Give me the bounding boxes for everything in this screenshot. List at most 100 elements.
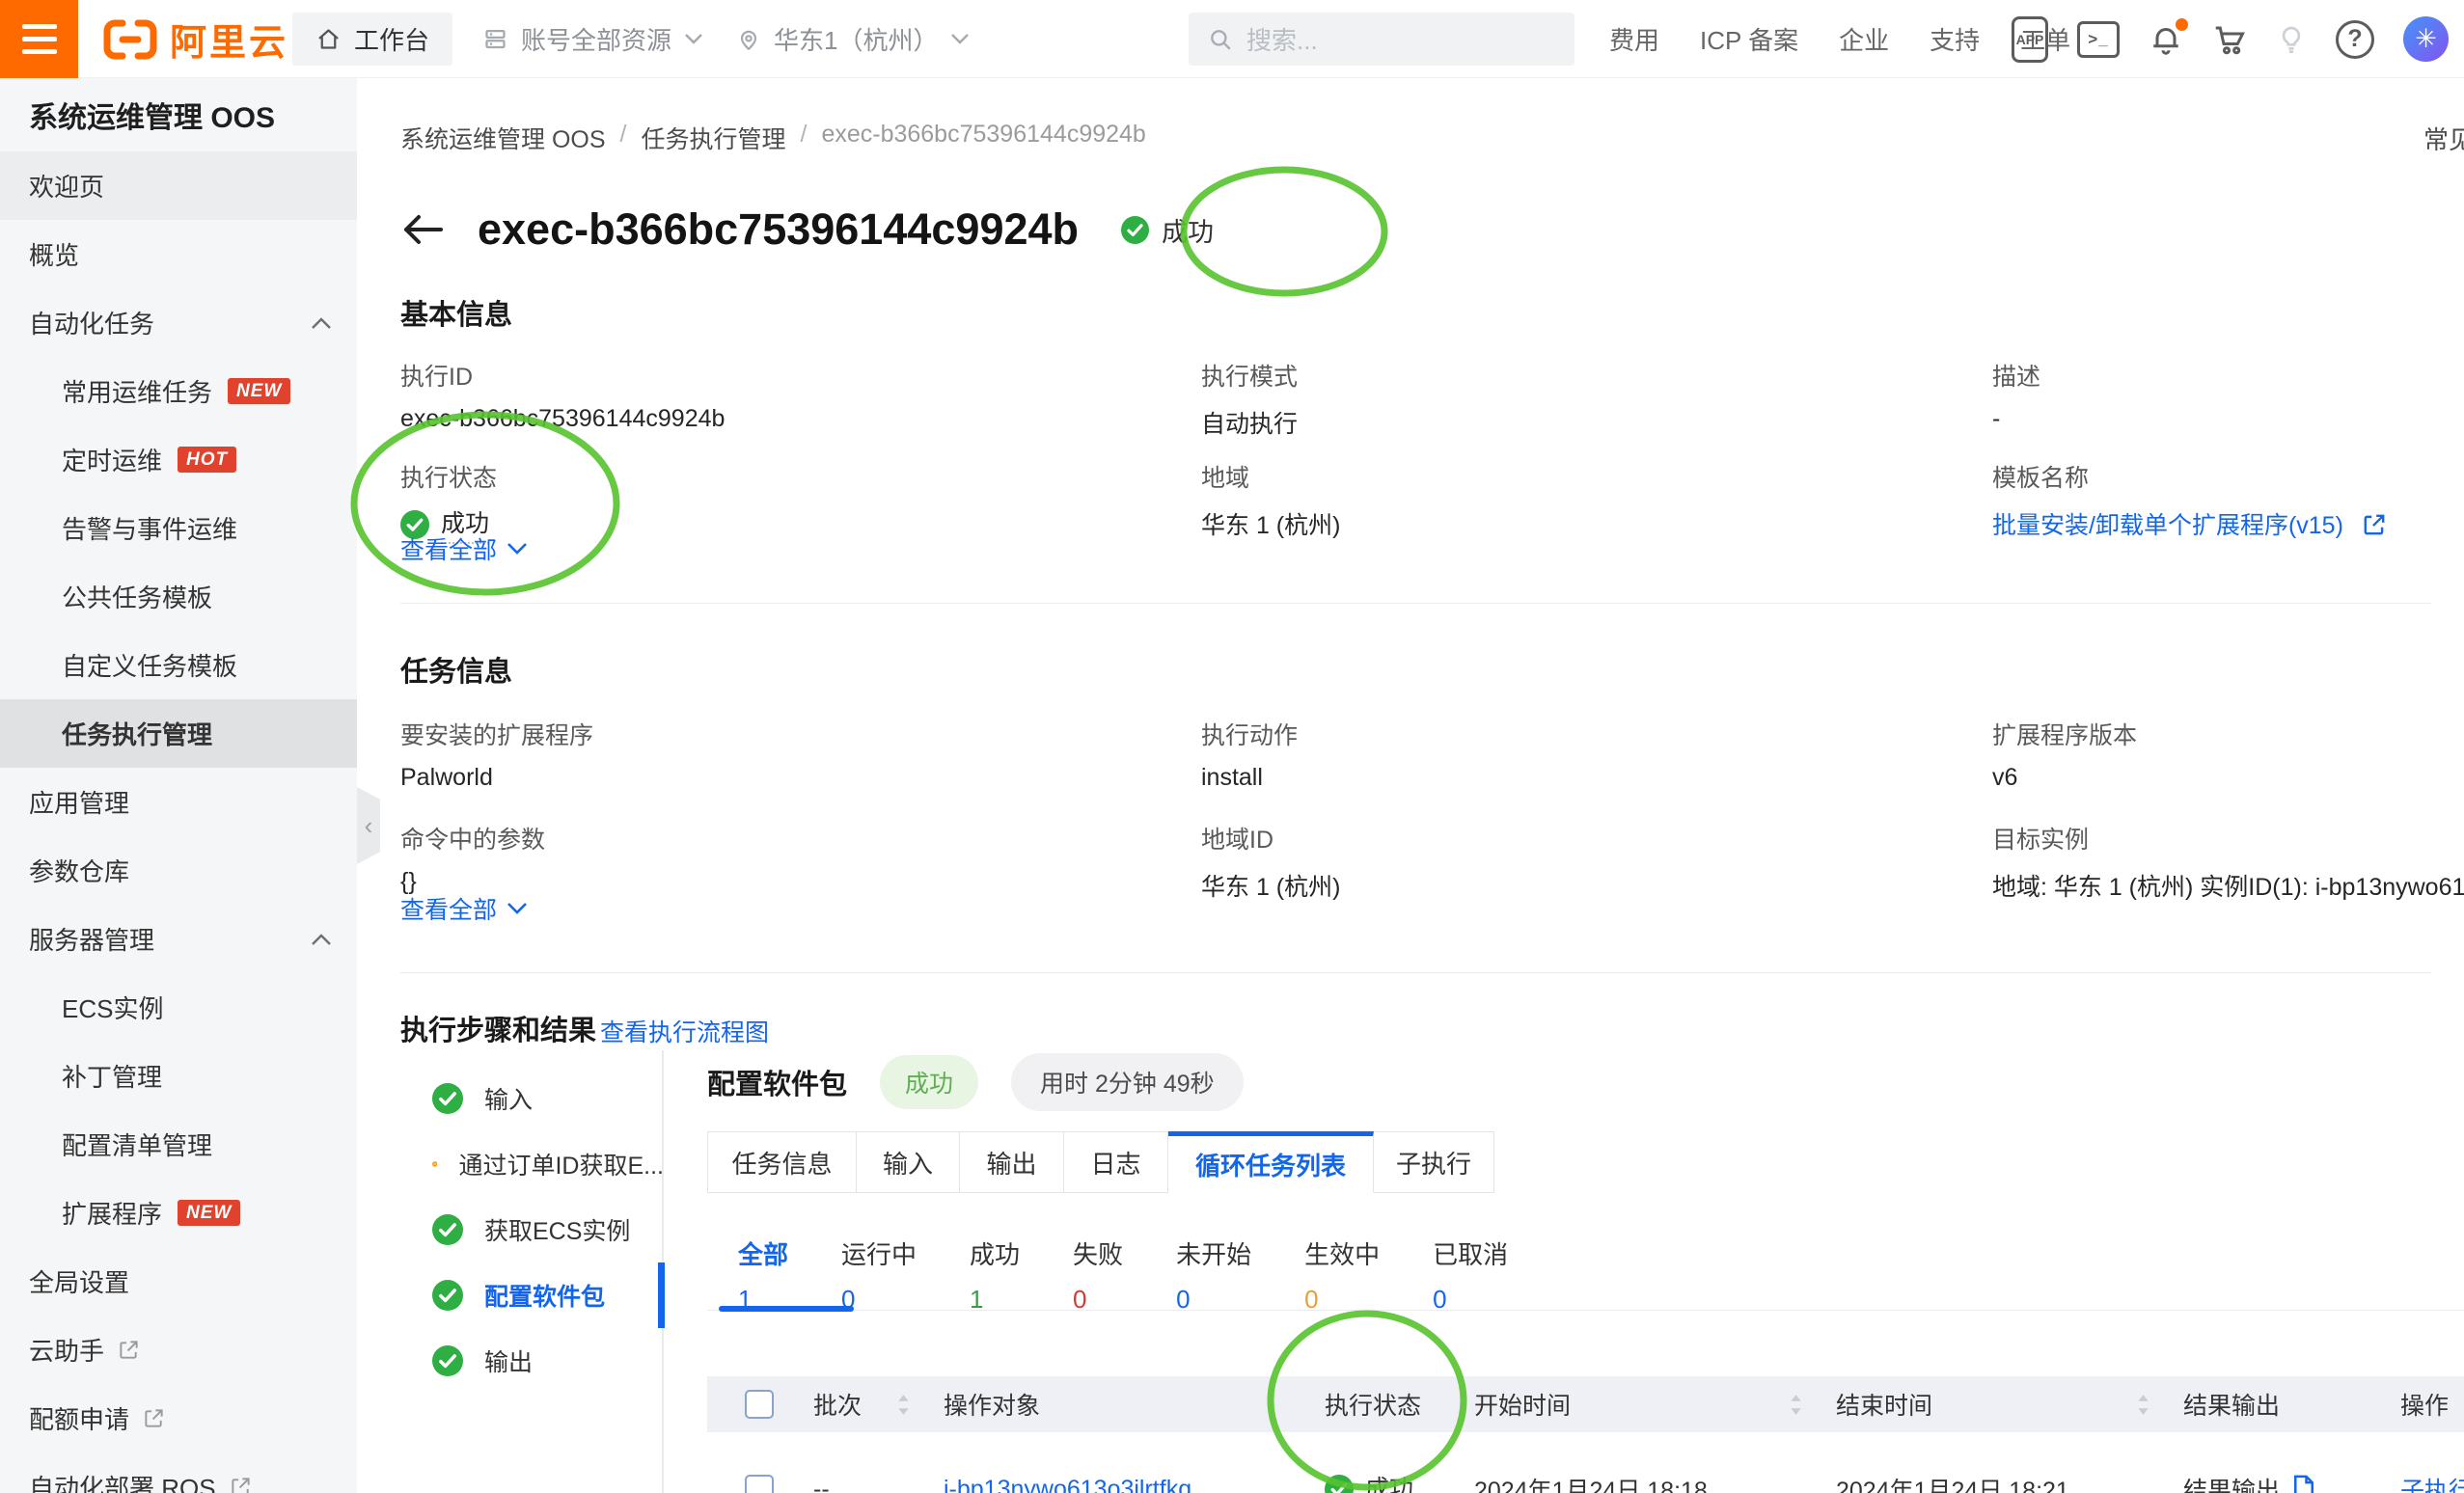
- tab-output[interactable]: 输出: [960, 1131, 1064, 1193]
- workbench-button[interactable]: 工作台: [292, 13, 453, 66]
- global-search-input[interactable]: 搜索...: [1189, 13, 1574, 66]
- basic-view-all-link[interactable]: 查看全部: [400, 531, 528, 566]
- title-status: 成功: [1121, 211, 1214, 249]
- field-extension-to-install: 要安装的扩展程序 Palworld: [400, 722, 594, 791]
- page-title-row: exec-b366bc75396144c9924b 成功: [400, 196, 1214, 263]
- view-flow-diagram-link[interactable]: 查看执行流程图: [600, 1014, 769, 1048]
- output-document-icon[interactable]: [2291, 1475, 2316, 1493]
- success-check-icon: [432, 1280, 463, 1311]
- help-icon[interactable]: ?: [2336, 19, 2374, 59]
- sidebar-item-ecs-instances[interactable]: ECS实例: [0, 973, 357, 1042]
- external-link-icon: [231, 1478, 250, 1493]
- workbench-label: 工作台: [354, 26, 430, 55]
- faq-link[interactable]: 常见: [2423, 121, 2464, 156]
- sidebar-item-public-templates[interactable]: 公共任务模板: [0, 562, 357, 631]
- row-status-text[interactable]: 成功: [1365, 1470, 1413, 1493]
- nav-link-enterprise[interactable]: 企业: [1839, 21, 1889, 57]
- col-output: 结果输出: [2183, 1393, 2281, 1420]
- sidebar-item-ros-deployment[interactable]: 自动化部署 ROS: [0, 1452, 357, 1493]
- step-input[interactable]: 输入: [432, 1066, 664, 1131]
- sidebar-item-cloud-assistant[interactable]: 云助手: [0, 1316, 357, 1384]
- sidebar-item-global-settings[interactable]: 全局设置: [0, 1247, 357, 1316]
- template-name-link[interactable]: 批量安装/卸载单个扩展程序(v15): [1992, 512, 2343, 539]
- active-step-indicator: [658, 1262, 665, 1328]
- basic-info-heading: 基本信息: [400, 300, 513, 331]
- hot-badge: HOT: [178, 447, 237, 473]
- sidebar-item-welcome[interactable]: 欢迎页: [0, 151, 357, 220]
- tab-loop-task-list[interactable]: 循环任务列表: [1168, 1131, 1374, 1193]
- feedback-bulb-icon[interactable]: [2276, 23, 2307, 56]
- row-instance-link[interactable]: i-bp13nywo613o3jlrtfkq: [944, 1476, 1191, 1493]
- filter-all[interactable]: 全部 1: [738, 1235, 788, 1315]
- cloudshell-icon[interactable]: >_: [2077, 20, 2120, 58]
- step-configure-package[interactable]: 配置软件包: [432, 1262, 664, 1328]
- breadcrumb-current: exec-b366bc75396144c9924b: [821, 121, 1146, 148]
- sidebar-collapse-handle[interactable]: ‹: [357, 787, 380, 864]
- filter-success[interactable]: 成功 1: [970, 1235, 1020, 1315]
- sidebar-item-execution-management[interactable]: 任务执行管理: [0, 699, 357, 768]
- tab-log[interactable]: 日志: [1064, 1131, 1168, 1193]
- table-row: -- i-bp13nywo613o3jlrtfkq 成功 2024年1月24日 …: [707, 1432, 2464, 1493]
- step-detail-header: 配置软件包 成功 用时 2分钟 49秒: [707, 1052, 1244, 1112]
- sidebar-item-overview[interactable]: 概览: [0, 220, 357, 288]
- filter-in-effect[interactable]: 生效中 0: [1304, 1235, 1380, 1315]
- sidebar-item-application-management[interactable]: 应用管理: [0, 768, 357, 836]
- sidebar-item-common-ops-tasks[interactable]: 常用运维任务 NEW: [0, 357, 357, 425]
- row-output-label: 结果输出: [2183, 1478, 2281, 1493]
- avatar[interactable]: ✳: [2403, 16, 2449, 62]
- sidebar-item-patch-management[interactable]: 补丁管理: [0, 1042, 357, 1110]
- sidebar-item-custom-templates[interactable]: 自定义任务模板: [0, 631, 357, 699]
- sidebar-item-quota-request[interactable]: 配额申请: [0, 1384, 357, 1452]
- row-sub-execution-link[interactable]: 子执行: [2400, 1472, 2464, 1493]
- tab-task-info[interactable]: 任务信息: [707, 1131, 857, 1193]
- sidebar-item-extensions[interactable]: 扩展程序 NEW: [0, 1179, 357, 1247]
- row-checkbox[interactable]: [745, 1475, 774, 1493]
- notification-badge-dot: [2176, 17, 2188, 31]
- breadcrumb-oos[interactable]: 系统运维管理 OOS: [400, 121, 606, 155]
- filter-running[interactable]: 运行中 0: [841, 1235, 917, 1315]
- region-selector[interactable]: 华东1（杭州）: [736, 13, 970, 66]
- sort-arrows-icon[interactable]: [896, 1392, 911, 1418]
- sidebar-item-inventory-management[interactable]: 配置清单管理: [0, 1110, 357, 1179]
- sidebar-item-parameter-store[interactable]: 参数仓库: [0, 836, 357, 905]
- select-all-checkbox[interactable]: [745, 1390, 774, 1419]
- tab-input[interactable]: 输入: [857, 1131, 960, 1193]
- filter-failed[interactable]: 失败 0: [1073, 1235, 1123, 1315]
- sidebar-item-scheduled-ops[interactable]: 定时运维 HOT: [0, 425, 357, 494]
- back-arrow-button[interactable]: [400, 212, 443, 247]
- region-label: 华东1（杭州）: [774, 26, 939, 55]
- nav-link-support[interactable]: 支持: [1930, 21, 1980, 57]
- sort-arrows-icon[interactable]: [2136, 1392, 2150, 1418]
- tab-sub-execution[interactable]: 子执行: [1374, 1131, 1494, 1193]
- aliyun-bracket-icon: [103, 19, 157, 59]
- sidebar-group-server-management[interactable]: 服务器管理: [0, 905, 357, 973]
- sort-arrows-icon[interactable]: [1789, 1392, 1803, 1418]
- filter-not-started[interactable]: 未开始 0: [1176, 1235, 1251, 1315]
- field-description: 描述 -: [1992, 364, 2041, 432]
- resource-scope-dropdown[interactable]: 账号全部资源: [482, 13, 703, 66]
- nav-link-billing[interactable]: 费用: [1609, 21, 1659, 57]
- step-output[interactable]: 输出: [432, 1328, 664, 1394]
- col-start-time: 开始时间: [1474, 1393, 1572, 1420]
- execution-step-list: 输入 通过订单ID获取E... 获取ECS实例 配置软件包 输出: [432, 1066, 664, 1394]
- chevron-down-icon: [507, 543, 527, 555]
- task-view-all-link[interactable]: 查看全部: [400, 891, 528, 926]
- step-get-ecs-instances[interactable]: 获取ECS实例: [432, 1197, 664, 1262]
- aliyun-oos-console: 阿里云 工作台 账号全部资源 华东1（杭州） 搜索... 费用 ICP 备案 企…: [0, 0, 2464, 1493]
- chevron-down-icon: [507, 903, 527, 914]
- breadcrumb-execution-management[interactable]: 任务执行管理: [641, 121, 785, 155]
- field-extension-version: 扩展程序版本 v6: [1992, 722, 2138, 791]
- sidebar-group-automation-tasks[interactable]: 自动化任务: [0, 288, 357, 357]
- step-get-by-order-id[interactable]: 通过订单ID获取E...: [432, 1131, 664, 1197]
- sidebar-item-alert-event-ops[interactable]: 告警与事件运维: [0, 494, 357, 562]
- hamburger-menu-button[interactable]: [0, 0, 78, 78]
- aliyun-logo[interactable]: 阿里云: [102, 0, 288, 78]
- external-link-icon[interactable]: [2362, 512, 2387, 537]
- filter-cancelled[interactable]: 已取消 0: [1433, 1235, 1508, 1315]
- skipped-minus-icon: [432, 1161, 438, 1167]
- cart-icon[interactable]: [2212, 22, 2247, 57]
- mobile-app-icon[interactable]: APP: [2012, 15, 2048, 63]
- nav-link-icp[interactable]: ICP 备案: [1700, 21, 1798, 57]
- table-header-row: 批次 操作对象 执行状态 开始时间 结束时间 结果输出 操作: [707, 1376, 2464, 1432]
- notifications-bell-icon[interactable]: [2149, 17, 2188, 57]
